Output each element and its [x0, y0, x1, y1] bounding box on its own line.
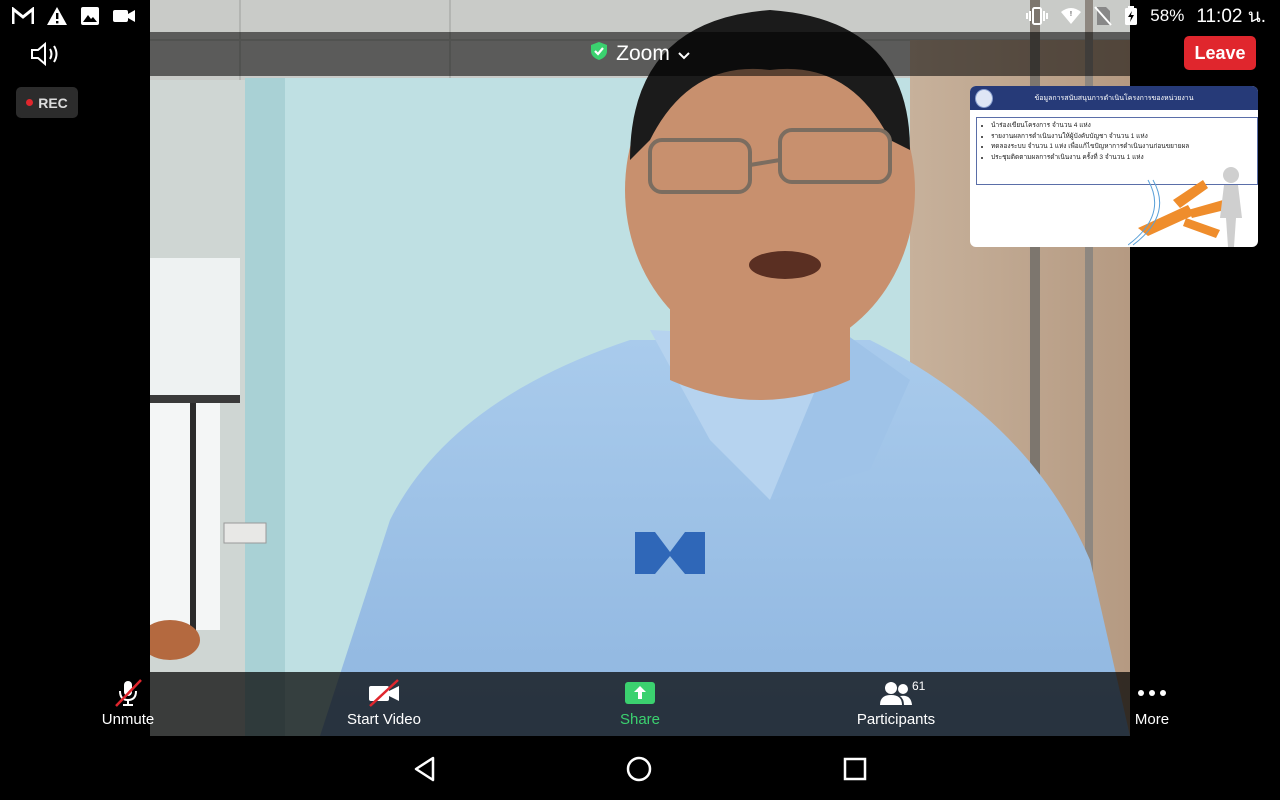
share-screen-icon: [624, 678, 656, 708]
more-label: More: [1134, 711, 1170, 728]
slide-bullet: ทดลองระบบ จำนวน 1 แห่ง เพื่อแก้ไขปัญหากา…: [991, 142, 1253, 153]
status-bar: ! 58% 11:02 น.: [0, 0, 1280, 32]
shield-check-icon: [590, 41, 608, 67]
warning-icon: [46, 6, 68, 26]
slide-header: ข้อมูลการสนับสนุนการดำเนินโครงการของหน่ว…: [970, 86, 1258, 110]
battery-icon: [1124, 6, 1138, 26]
clock: 11:02 น.: [1196, 6, 1266, 27]
shared-screen-thumbnail[interactable]: ข้อมูลการสนับสนุนการดำเนินโครงการของหน่ว…: [970, 86, 1258, 247]
svg-text:!: !: [1070, 11, 1072, 18]
unmute-label: Unmute: [101, 711, 155, 728]
slide-illustration: [1127, 160, 1258, 247]
start-video-button[interactable]: Start Video: [256, 672, 512, 736]
battery-percent: 58%: [1150, 6, 1185, 25]
slide-bullet: นำร่องเขียนโครงการ จำนวน 4 แห่ง: [991, 121, 1253, 132]
share-button[interactable]: Share: [512, 672, 768, 736]
meeting-toolbar: Unmute Start Video Share 61 Participants…: [0, 672, 1280, 736]
gmail-icon: [12, 7, 34, 25]
chevron-down-icon: [678, 42, 690, 66]
meeting-top-bar: Zoom Leave: [0, 32, 1280, 76]
image-icon: [80, 6, 100, 26]
start-video-label: Start Video: [347, 711, 421, 728]
recording-badge: REC: [16, 87, 78, 118]
no-sim-icon: [1094, 6, 1113, 26]
record-dot-icon: [26, 99, 34, 106]
navigation-bar: [0, 736, 1280, 800]
meeting-title[interactable]: Zoom: [0, 32, 1280, 76]
back-icon[interactable]: [410, 754, 440, 784]
video-camera-icon: [112, 8, 136, 24]
meeting-title-text: Zoom: [616, 42, 670, 65]
slide-bullet: รายงานผลการดำเนินงานให้ผู้บังคับบัญชา จำ…: [991, 132, 1253, 143]
participants-icon: 61: [878, 678, 925, 708]
participants-count: 61: [912, 679, 926, 693]
recording-label: REC: [38, 94, 68, 111]
slide-title: ข้อมูลการสนับสนุนการดำเนินโครงการของหน่ว…: [1034, 94, 1194, 102]
microphone-muted-icon: [113, 678, 143, 708]
participants-button[interactable]: 61 Participants: [768, 672, 1024, 736]
home-icon[interactable]: [624, 754, 654, 784]
more-dots-icon: [1136, 678, 1168, 708]
unmute-button[interactable]: Unmute: [0, 672, 256, 736]
video-off-icon: [366, 678, 402, 708]
leave-button[interactable]: Leave: [1184, 36, 1256, 70]
organization-logo: [975, 89, 993, 108]
wifi-icon: !: [1060, 7, 1082, 25]
more-button[interactable]: More: [1024, 672, 1280, 736]
recents-icon[interactable]: [840, 754, 870, 784]
share-label: Share: [619, 711, 661, 728]
participants-label: Participants: [856, 711, 936, 728]
vibrate-icon: [1026, 7, 1049, 25]
